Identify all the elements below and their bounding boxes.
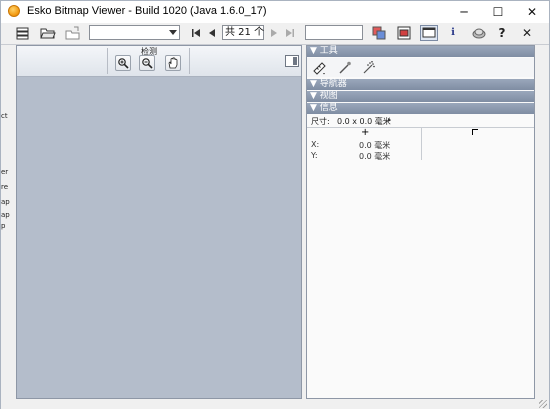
export-folder-button[interactable] xyxy=(65,25,83,41)
info-content: 尺寸: 0.0 x 0.0 毫米 + X: 0.0 毫米 Y: 0.0 毫米 xyxy=(307,114,534,161)
last-page-button[interactable] xyxy=(285,25,295,41)
separations-icon xyxy=(372,26,386,40)
next-page-icon xyxy=(271,29,277,37)
density-tool[interactable] xyxy=(361,60,376,75)
background-text: ap xyxy=(1,198,10,206)
x-label: X: xyxy=(311,140,320,149)
resize-grip-icon[interactable] xyxy=(539,400,547,408)
density-icon xyxy=(363,61,375,74)
caret-right-icon[interactable] xyxy=(388,118,391,122)
status-bar xyxy=(1,399,549,409)
view-toolbar-separator xyxy=(107,48,108,74)
view-toolbar-separator xyxy=(189,48,190,74)
view-section-header[interactable]: ▼ 视图 xyxy=(307,91,534,102)
hand-icon xyxy=(168,57,178,69)
open-folder-button[interactable] xyxy=(40,25,58,41)
settings-button[interactable] xyxy=(471,25,487,41)
image-canvas[interactable]: 检测 xyxy=(16,45,302,399)
zoom-in-icon xyxy=(118,58,129,69)
main-toolbar: 共 21 个 ℹ ? ✕ xyxy=(1,23,549,45)
x-value: 0.0 毫米 xyxy=(359,141,391,150)
chevron-down-icon xyxy=(169,30,177,35)
pan-hand-button[interactable] xyxy=(165,55,181,71)
settings-icon xyxy=(472,28,486,39)
close-window-button[interactable]: ✕ xyxy=(515,1,549,23)
size-value: 0.0 x 0.0 毫米 xyxy=(337,117,391,126)
info-section-header[interactable]: ▼ 信息 xyxy=(307,103,534,114)
background-text: p xyxy=(1,222,6,230)
eyedropper-tool[interactable] xyxy=(337,60,352,75)
page-count-field[interactable]: 共 21 个 xyxy=(222,25,264,40)
search-field[interactable] xyxy=(305,25,363,40)
layers-button[interactable] xyxy=(15,25,33,41)
previous-page-icon xyxy=(209,29,215,37)
view-toolbar: 检测 xyxy=(17,46,301,77)
layers-icon xyxy=(16,27,29,40)
app-icon xyxy=(8,5,20,17)
screen-mode-toggle[interactable] xyxy=(420,25,438,41)
minimize-button[interactable]: ─ xyxy=(447,1,481,23)
first-page-icon xyxy=(192,29,200,37)
background-text: ap xyxy=(1,211,10,219)
y-label: Y: xyxy=(311,151,318,160)
print-preview-button[interactable] xyxy=(396,25,412,41)
tools-row xyxy=(307,58,534,77)
open-folder-icon xyxy=(40,28,56,39)
navigator-section-header[interactable]: ▼ 导航器 xyxy=(307,79,534,90)
tools-section-header[interactable]: ▼ 工具 xyxy=(307,46,534,57)
separations-button[interactable] xyxy=(371,25,387,41)
maximize-button[interactable]: ☐ xyxy=(481,1,515,23)
background-text: ct xyxy=(1,112,8,120)
print-preview-icon xyxy=(397,26,411,40)
export-folder-icon xyxy=(65,26,80,40)
info-divider xyxy=(421,128,422,160)
viewer-window: Esko Bitmap Viewer - Build 1020 (Java 1.… xyxy=(0,0,550,409)
close-document-button[interactable]: ✕ xyxy=(520,25,534,41)
size-label: 尺寸: xyxy=(311,117,330,126)
previous-page-button[interactable] xyxy=(207,25,217,41)
file-dropdown[interactable] xyxy=(89,25,180,40)
measure-tool[interactable] xyxy=(312,60,327,75)
help-button[interactable]: ? xyxy=(497,25,507,41)
next-page-button[interactable] xyxy=(269,25,279,41)
last-page-icon xyxy=(286,29,294,37)
y-value: 0.0 毫米 xyxy=(359,152,391,161)
ruler-icon xyxy=(313,62,326,75)
zoom-out-icon xyxy=(142,58,153,69)
screen-mode-icon xyxy=(422,27,436,38)
toggle-side-panel-button[interactable] xyxy=(285,55,299,67)
title-bar: Esko Bitmap Viewer - Build 1020 (Java 1.… xyxy=(1,1,549,23)
background-text: re xyxy=(1,183,9,191)
zoom-in-button[interactable] xyxy=(115,55,131,71)
corner-origin-icon xyxy=(472,129,478,135)
info-button[interactable]: ℹ xyxy=(448,25,458,41)
window-title: Esko Bitmap Viewer - Build 1020 (Java 1.… xyxy=(27,5,267,17)
first-page-button[interactable] xyxy=(191,25,201,41)
zoom-out-button[interactable] xyxy=(139,55,155,71)
side-panel: ▼ 工具 ▼ 导航器 ▼ 视图 ▼ 信息 尺寸: 0.0 x 0.0 毫米 + … xyxy=(306,45,535,399)
eyedropper-icon xyxy=(339,61,351,74)
background-text: er xyxy=(1,168,9,176)
crosshair-icon: + xyxy=(361,127,370,138)
